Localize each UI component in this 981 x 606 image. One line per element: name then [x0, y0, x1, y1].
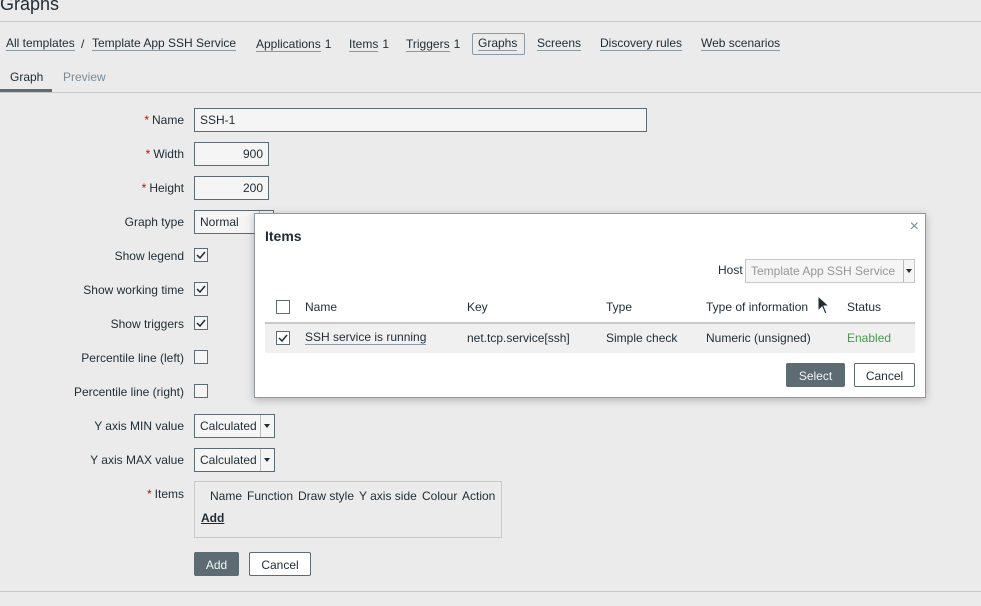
check-icon	[278, 334, 288, 343]
y-max-select[interactable]: Calculated	[194, 448, 275, 472]
show-legend-checkbox[interactable]	[194, 248, 208, 262]
chevron-down-icon	[903, 260, 914, 282]
host-label: Host	[718, 263, 743, 277]
nav-applications-label: Applications	[256, 37, 321, 52]
nav-triggers[interactable]: Triggers 1	[406, 37, 461, 52]
nav-discovery-rules[interactable]: Discovery rules	[600, 37, 683, 51]
row-type-of-information: Numeric (unsigned)	[706, 331, 811, 345]
nav-applications[interactable]: Applications 1	[256, 37, 332, 52]
check-icon	[196, 319, 206, 328]
name-label: * Name	[144, 113, 184, 127]
nav-web-scenarios[interactable]: Web scenarios	[701, 37, 781, 51]
row-key: net.tcp.service[ssh]	[467, 331, 570, 345]
graph-type-value: Normal	[200, 215, 239, 229]
footer-divider	[0, 591, 981, 592]
show-working-time-label: Show working time	[83, 283, 184, 297]
percentile-right-label: Percentile line (right)	[73, 385, 184, 399]
nav-items-count: 1	[382, 37, 390, 51]
table-row: SSH service is running net.tcp.service[s…	[265, 324, 915, 353]
row-type: Simple check	[606, 331, 678, 345]
show-triggers-label: Show triggers	[110, 317, 184, 331]
dialog-title: Items	[265, 228, 302, 244]
select-all-checkbox[interactable]	[276, 300, 290, 314]
nav-triggers-label: Triggers	[406, 37, 450, 52]
select-button[interactable]: Select	[786, 363, 845, 387]
items-col-action: Action	[462, 489, 496, 503]
percentile-left-label: Percentile line (left)	[81, 351, 184, 365]
breadcrumb-template[interactable]: Template App SSH Service	[92, 37, 237, 51]
row-checkbox[interactable]	[276, 331, 290, 345]
host-select-value: Template App SSH Service	[751, 264, 896, 278]
chevron-down-icon	[260, 449, 274, 471]
show-legend-label: Show legend	[114, 249, 184, 263]
breadcrumb-all-templates[interactable]: All templates	[6, 37, 75, 51]
col-name[interactable]: Name	[305, 300, 337, 314]
chevron-down-icon	[260, 415, 274, 437]
dialog-cancel-button[interactable]: Cancel	[854, 363, 915, 387]
items-col-name: Name	[210, 489, 243, 503]
nav-items-label: Items	[349, 37, 379, 52]
col-status[interactable]: Status	[847, 300, 881, 314]
row-status: Enabled	[847, 331, 892, 345]
y-max-value: Calculated	[200, 453, 257, 467]
host-select[interactable]: Template App SSH Service	[745, 259, 915, 283]
nav-graphs[interactable]: Graphs	[478, 37, 518, 51]
nav-triggers-count: 1	[453, 37, 461, 51]
height-label: * Height	[141, 181, 184, 195]
width-label: * Width	[145, 147, 184, 161]
graph-type-label: Graph type	[124, 215, 184, 229]
page: Graphs All templates / Template App SSH …	[0, 0, 981, 606]
check-icon	[196, 251, 206, 260]
header-divider	[0, 21, 981, 22]
nav-screens[interactable]: Screens	[537, 37, 582, 51]
height-input[interactable]: 200	[194, 176, 269, 200]
row-item-name-link[interactable]: SSH service is running	[305, 331, 427, 345]
tab-active-indicator	[0, 89, 52, 92]
graph-items-table: Name Function Draw style Y axis side Col…	[194, 481, 502, 538]
y-min-value: Calculated	[200, 419, 257, 433]
show-triggers-checkbox[interactable]	[194, 316, 208, 330]
breadcrumb-separator: /	[81, 37, 85, 51]
y-max-label: Y axis MAX value	[90, 453, 184, 467]
percentile-right-checkbox[interactable]	[194, 384, 208, 398]
col-type[interactable]: Type	[606, 300, 632, 314]
items-col-function: Function	[247, 489, 294, 503]
cancel-button[interactable]: Cancel	[249, 552, 311, 576]
form-tabs: Graph Preview	[0, 62, 981, 93]
y-min-label: Y axis MIN value	[94, 419, 184, 433]
show-working-time-checkbox[interactable]	[194, 282, 208, 296]
tab-preview[interactable]: Preview	[63, 70, 106, 84]
nav-items[interactable]: Items 1	[349, 37, 390, 52]
check-icon	[196, 285, 206, 294]
col-key[interactable]: Key	[467, 300, 488, 314]
items-label: * Items	[146, 487, 184, 501]
items-add-link[interactable]: Add	[201, 511, 224, 525]
tab-graph[interactable]: Graph	[10, 70, 43, 84]
items-col-draw-style: Draw style	[298, 489, 355, 503]
close-icon[interactable]: ×	[910, 218, 919, 236]
items-col-colour: Colour	[422, 489, 458, 503]
percentile-left-checkbox[interactable]	[194, 350, 208, 364]
width-input[interactable]: 900	[194, 142, 269, 166]
name-input[interactable]: SSH-1	[194, 108, 647, 132]
y-min-select[interactable]: Calculated	[194, 414, 275, 438]
items-col-y-axis-side: Y axis side	[359, 489, 417, 503]
nav-applications-count: 1	[324, 37, 332, 51]
col-type-of-information[interactable]: Type of information	[706, 300, 808, 314]
page-title: Graphs	[0, 0, 60, 14]
add-button[interactable]: Add	[194, 552, 239, 576]
mouse-cursor-icon	[817, 295, 831, 315]
